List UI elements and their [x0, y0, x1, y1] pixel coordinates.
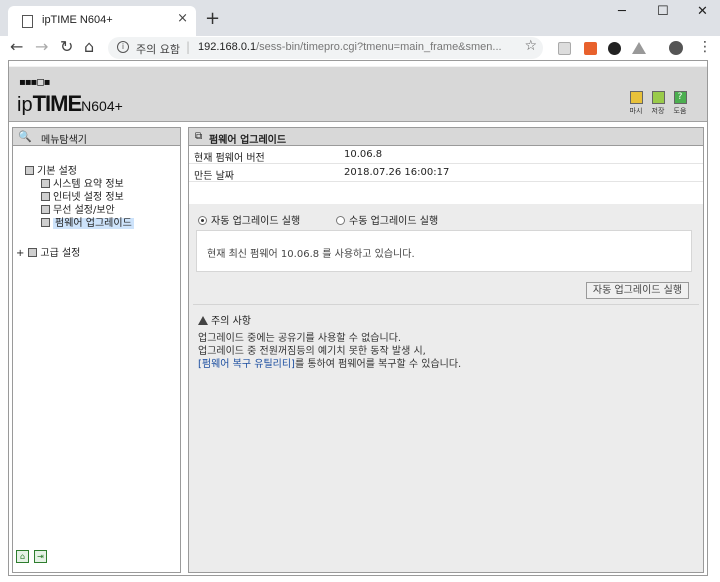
logo-ip: ip	[17, 94, 33, 116]
tree-advanced-settings[interactable]: + 고급 설정	[16, 244, 80, 259]
menu-explorer-header: 🔍 기본 설정 메뉴탐색기	[13, 128, 180, 146]
address-bar[interactable]: i 주의 요함 | 192.168.0.1/sess-bin/timepro.c…	[108, 37, 543, 59]
search-icon: 🔍	[18, 130, 32, 143]
manual-upgrade-radio[interactable]	[336, 216, 345, 225]
url-separator: |	[186, 40, 191, 54]
url-host: 192.168.0.1	[198, 41, 257, 53]
help-button[interactable]: ? 도움	[671, 91, 689, 116]
caution-line-3-text: 를 통하여 펌웨어를 복구할 수 있습니다.	[294, 359, 462, 370]
save-button[interactable]: 저장	[649, 91, 667, 116]
extension-orange-icon[interactable]	[584, 42, 597, 55]
browser-titlebar: ipTIME N604+ × + ─ ☐ ✕	[0, 0, 720, 36]
wireless-icon	[41, 205, 50, 214]
refresh-icon	[629, 91, 643, 104]
upgrade-icon	[41, 218, 50, 227]
save-icon	[651, 91, 665, 104]
current-version-row: 현재 펌웨어 버전 10.06.8	[189, 146, 703, 164]
panel-title: 펌웨어 업그레이드	[209, 135, 287, 146]
firmware-info: 현재 펌웨어 버전 10.06.8 만든 날짜 2018.07.26 16:00…	[189, 146, 703, 204]
logout-icon[interactable]: ⇥	[34, 550, 47, 563]
drive-icon[interactable]	[632, 42, 646, 54]
url-text[interactable]: 192.168.0.1/sess-bin/timepro.cgi?tmenu=m…	[198, 41, 502, 53]
logo-time: TIME	[32, 91, 83, 116]
page-favicon-icon	[22, 15, 33, 28]
menu-explorer-label: 메뉴탐색기	[41, 135, 87, 146]
caution-line-3: [펌웨어 복구 유틸리티]를 통하여 펌웨어를 복구할 수 있습니다.	[198, 355, 461, 370]
menu-explorer-panel: 🔍 기본 설정 메뉴탐색기 기본 설정 시스템 요약 정보 인터넷 설정 정보 …	[12, 127, 181, 573]
expand-plus-icon[interactable]: +	[16, 248, 24, 259]
auto-upgrade-option[interactable]: 자동 업그레이드 실행	[198, 212, 300, 227]
caution-title: 주의 사항	[211, 316, 251, 327]
home-icon[interactable]: ⌂	[16, 550, 29, 563]
browser-menu-icon[interactable]: ⋮	[698, 39, 712, 55]
iptime-logo: ipTIMEN604+	[17, 91, 123, 117]
tree-firmware-upgrade[interactable]: 펌웨어 업그레이드	[41, 214, 134, 229]
save-label: 저장	[651, 107, 665, 115]
chart-icon	[41, 179, 50, 188]
build-date-row: 만든 날짜 2018.07.26 16:00:17	[189, 164, 703, 182]
help-icon: ?	[673, 91, 687, 104]
reload-button[interactable]: ↻	[60, 37, 73, 56]
panel-header: ⧉ 펌웨어 업그레이드	[189, 128, 703, 146]
folder-gear-icon	[28, 248, 38, 257]
security-status[interactable]: 주의 요함	[136, 41, 180, 57]
extension-dark-icon[interactable]	[608, 42, 621, 55]
router-header: ▪▪▪◻▪ ipTIMEN604+ 마시 저장 ? 도움	[9, 66, 707, 122]
logo-model: N604+	[81, 98, 123, 114]
refresh-label: 마시	[629, 107, 643, 115]
manual-upgrade-option[interactable]: 수동 업그레이드 실행	[336, 212, 438, 227]
current-version-value: 10.06.8	[344, 149, 383, 160]
router-admin-page: ▪▪▪◻▪ ipTIMEN604+ 마시 저장 ? 도움 🔍 기본 설정 메뉴탐…	[8, 60, 708, 576]
close-window-button[interactable]: ✕	[697, 4, 708, 19]
browser-toolbar: ← → ↻ ⌂ i 주의 요함 | 192.168.0.1/sess-bin/t…	[0, 36, 720, 60]
back-button[interactable]: ←	[10, 37, 23, 56]
build-date-label: 만든 날짜	[194, 171, 234, 182]
bookmark-star-icon[interactable]: ☆	[524, 38, 537, 54]
manual-upgrade-label: 수동 업그레이드 실행	[349, 216, 439, 227]
info-icon[interactable]: i	[117, 41, 129, 53]
auto-upgrade-button[interactable]: 자동 업그레이드 실행	[586, 282, 689, 299]
folder-gear-icon	[25, 166, 34, 175]
close-tab-icon[interactable]: ×	[177, 11, 188, 26]
new-tab-button[interactable]: +	[205, 8, 220, 29]
auto-upgrade-radio[interactable]	[198, 216, 207, 225]
extension-icon[interactable]	[558, 42, 571, 55]
firmware-recovery-link[interactable]: [펌웨어 복구 유틸리티]	[198, 359, 295, 370]
refresh-button[interactable]: 마시	[627, 91, 645, 116]
url-path: /sess-bin/timepro.cgi?tmenu=main_frame&s…	[256, 41, 502, 53]
profile-avatar-icon[interactable]	[669, 41, 683, 55]
home-button[interactable]: ⌂	[84, 37, 94, 56]
forward-button[interactable]: →	[35, 37, 48, 56]
status-message: 현재 최신 펌웨어 10.06.8 를 사용하고 있습니다.	[207, 249, 415, 260]
maximize-button[interactable]: ☐	[657, 4, 669, 19]
globe-icon	[41, 192, 50, 201]
warning-icon	[198, 316, 208, 325]
build-date-value: 2018.07.26 16:00:17	[344, 167, 450, 178]
firmware-upgrade-panel: ⧉ 펌웨어 업그레이드 현재 펌웨어 버전 10.06.8 만든 날짜 2018…	[188, 127, 704, 573]
windows-icon: ⧉	[195, 131, 203, 142]
divider	[193, 304, 699, 305]
minimize-button[interactable]: ─	[618, 4, 626, 19]
tab-title: ipTIME N604+	[42, 14, 113, 26]
status-message-box: 현재 최신 펌웨어 10.06.8 를 사용하고 있습니다.	[196, 230, 692, 272]
tree-firmware-label: 펌웨어 업그레이드	[53, 218, 134, 229]
browser-tab[interactable]: ipTIME N604+ ×	[8, 6, 196, 36]
current-version-label: 현재 펌웨어 버전	[194, 153, 265, 164]
help-label: 도움	[673, 107, 687, 115]
tree-advanced-label: 고급 설정	[40, 248, 81, 259]
logo-grid-icon: ▪▪▪◻▪	[19, 77, 50, 88]
caution-header: 주의 사항	[198, 312, 251, 327]
auto-upgrade-label: 자동 업그레이드 실행	[211, 216, 301, 227]
